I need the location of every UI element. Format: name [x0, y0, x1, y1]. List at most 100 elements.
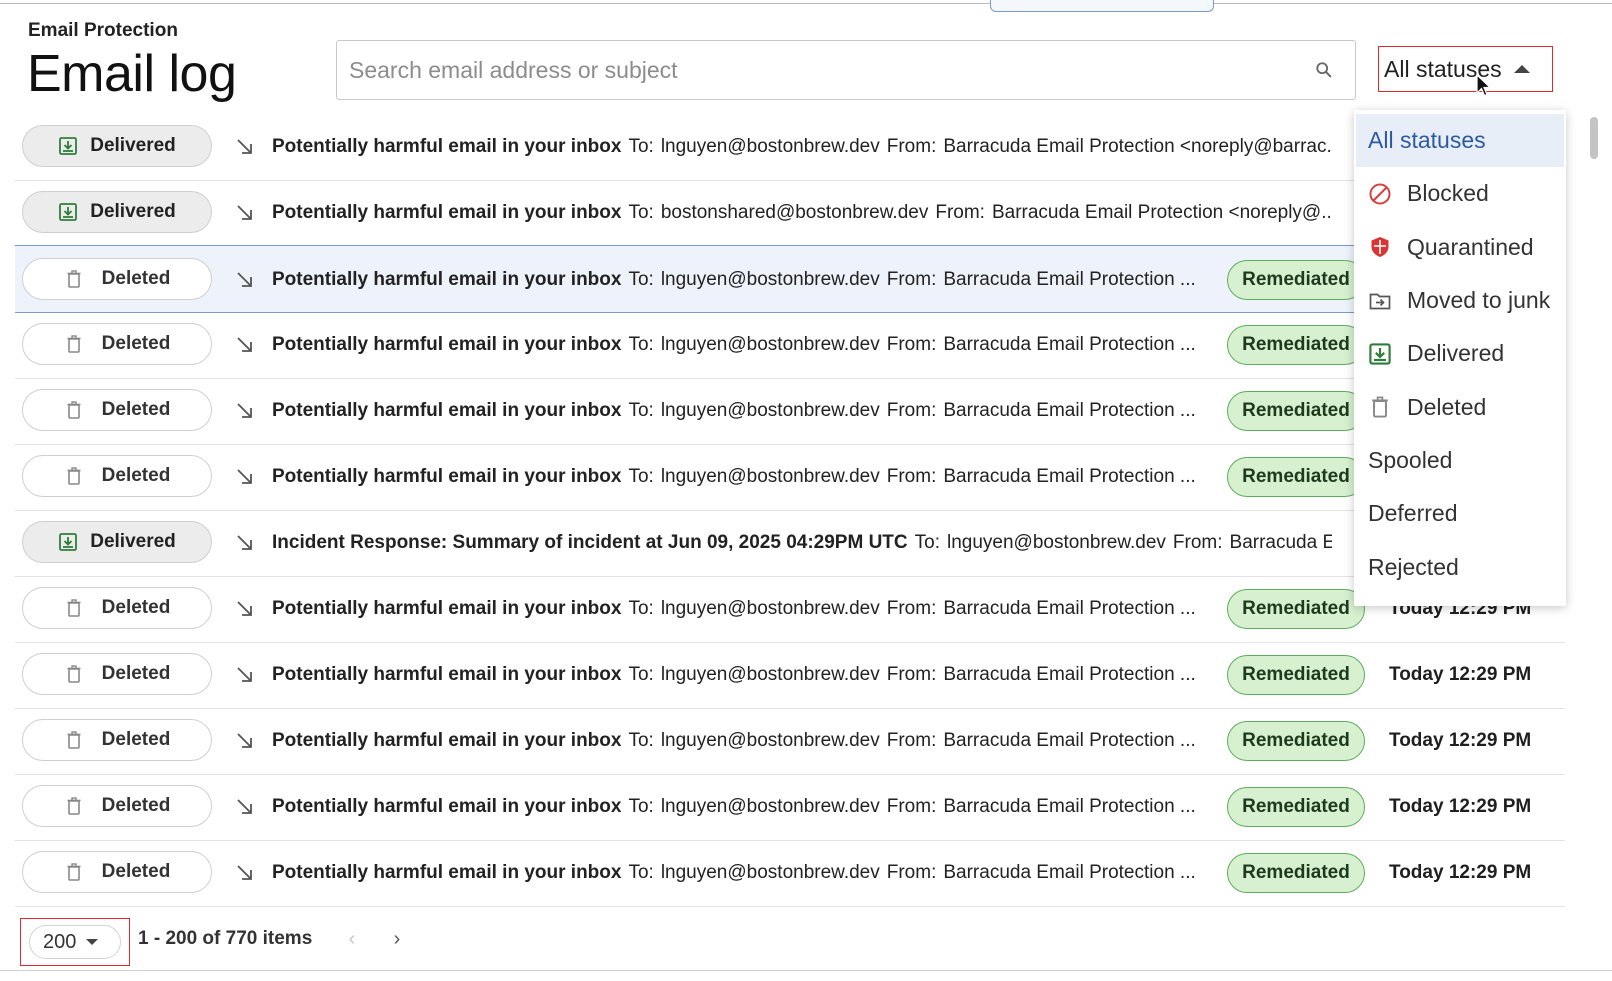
top-tab-handle[interactable]	[990, 0, 1214, 12]
remediated-badge: Remediated	[1227, 260, 1365, 300]
email-subject: Potentially harmful email in your inbox	[272, 862, 622, 883]
status-pill-label: Delivered	[90, 201, 176, 222]
email-log-row[interactable]: Deleted Potentially harmful email in your…	[15, 839, 1565, 907]
email-subject: Potentially harmful email in your inbox	[272, 730, 622, 751]
recipient-address: lnguyen@bostonbrew.dev	[660, 598, 880, 619]
email-log-row[interactable]: Delivered Incident Response: Summary of i…	[15, 509, 1565, 577]
status-pill-label: Deleted	[101, 465, 171, 486]
status-pill: Deleted	[22, 455, 212, 497]
remediated-badge: Remediated	[1227, 457, 1365, 497]
email-log-row[interactable]: Deleted Potentially harmful email in your…	[15, 641, 1565, 709]
to-label: To:	[628, 862, 654, 883]
from-label: From:	[886, 730, 937, 751]
email-subject: Potentially harmful email in your inbox	[272, 269, 622, 290]
timestamp: Today 12:29 PM	[1389, 862, 1532, 883]
sender-address: Barracuda Email Protection <noreply@...	[991, 202, 1332, 223]
status-option-quarantined[interactable]: Quarantined	[1354, 221, 1566, 274]
status-option-label: All statuses	[1368, 127, 1486, 154]
status-pill-label: Deleted	[101, 399, 171, 420]
status-filter-select[interactable]: All statuses	[1378, 46, 1553, 92]
to-label: To:	[628, 730, 654, 751]
from-label: From:	[886, 400, 937, 421]
inbound-arrow-icon	[237, 403, 252, 418]
remediated-badge: Remediated	[1227, 655, 1365, 695]
to-label: To:	[628, 796, 654, 817]
top-divider	[0, 3, 1612, 4]
trash-icon	[64, 400, 84, 420]
status-option-rejected[interactable]: Rejected	[1354, 540, 1566, 593]
status-pill-label: Deleted	[101, 333, 171, 354]
list-scrollbar[interactable]	[1590, 113, 1598, 913]
status-pill: Delivered	[22, 191, 212, 233]
email-summary: Potentially harmful email in your inbox T…	[272, 598, 1202, 620]
email-log-row[interactable]: Deleted Potentially harmful email in your…	[15, 245, 1565, 313]
blocked-icon	[1368, 182, 1392, 206]
trash-icon	[1368, 395, 1392, 419]
status-option-label: Blocked	[1407, 180, 1489, 207]
sender-address: Barracuda Email Protection ...	[943, 269, 1196, 290]
email-log-row[interactable]: Delivered Potentially harmful email in yo…	[15, 113, 1565, 181]
status-option-blocked[interactable]: Blocked	[1354, 167, 1566, 220]
email-summary: Potentially harmful email in your inbox T…	[272, 664, 1202, 686]
email-subject: Potentially harmful email in your inbox	[272, 136, 622, 157]
email-log-row[interactable]: Delivered Potentially harmful email in yo…	[15, 179, 1565, 247]
recipient-address: lnguyen@bostonbrew.dev	[660, 136, 880, 157]
email-subject: Potentially harmful email in your inbox	[272, 466, 622, 487]
pagination-bar: 200 1 - 200 of 770 items ‹ ›	[0, 913, 1612, 981]
remediated-badge: Remediated	[1227, 589, 1365, 629]
remediated-badge: Remediated	[1227, 325, 1365, 365]
status-option-deferred[interactable]: Deferred	[1354, 487, 1566, 540]
status-option-moved-to-junk[interactable]: Moved to junk	[1354, 274, 1566, 327]
from-label: From:	[935, 202, 985, 223]
email-log-row[interactable]: Deleted Potentially harmful email in your…	[15, 575, 1565, 643]
status-option-deleted[interactable]: Deleted	[1354, 380, 1566, 433]
next-page-button[interactable]: ›	[385, 926, 409, 952]
status-option-delivered[interactable]: Delivered	[1354, 327, 1566, 380]
search-input[interactable]	[349, 41, 1309, 99]
delivered-icon	[58, 202, 78, 222]
email-log-row[interactable]: Deleted Potentially harmful email in your…	[15, 311, 1565, 379]
recipient-address: lnguyen@bostonbrew.dev	[660, 334, 880, 355]
email-log-row[interactable]: Deleted Potentially harmful email in your…	[15, 707, 1565, 775]
timestamp: Today 12:29 PM	[1389, 664, 1532, 685]
status-option-all-statuses[interactable]: All statuses	[1356, 114, 1564, 168]
inbound-arrow-icon	[237, 272, 252, 287]
to-label: To:	[628, 466, 654, 487]
email-subject: Potentially harmful email in your inbox	[272, 664, 622, 685]
pagination-range: 1 - 200 of 770 items	[138, 928, 313, 949]
prev-page-button[interactable]: ‹	[340, 926, 364, 952]
email-summary: Potentially harmful email in your inbox T…	[272, 334, 1202, 356]
to-label: To:	[628, 664, 654, 685]
sender-address: Barracuda Email Protection ...	[943, 334, 1196, 355]
email-log-row[interactable]: Deleted Potentially harmful email in your…	[15, 443, 1565, 511]
recipient-address: lnguyen@bostonbrew.dev	[660, 400, 880, 421]
shield-icon	[1368, 235, 1392, 259]
email-log-row[interactable]: Deleted Potentially harmful email in your…	[15, 377, 1565, 445]
sender-address: Barracuda Email Protection ...	[943, 796, 1196, 817]
search-icon[interactable]	[1315, 61, 1333, 79]
sender-address: Barracuda Email Protection ...	[943, 730, 1196, 751]
email-summary: Potentially harmful email in your inbox T…	[272, 400, 1202, 422]
email-summary: Potentially harmful email in your inbox T…	[272, 862, 1202, 884]
status-pill: Deleted	[22, 851, 212, 893]
status-option-label: Deleted	[1407, 393, 1487, 420]
status-filter-menu: All statuses Blocked Quarantined Moved to j…	[1354, 110, 1566, 606]
status-pill-label: Delivered	[90, 135, 176, 156]
email-log-row[interactable]: Deleted Potentially harmful email in your…	[15, 773, 1565, 841]
remediated-badge: Remediated	[1227, 391, 1365, 431]
caret-up-icon	[1513, 65, 1530, 73]
inbound-arrow-icon	[237, 667, 252, 682]
scrollbar-thumb[interactable]	[1590, 117, 1598, 159]
status-option-label: Spooled	[1368, 446, 1453, 473]
delivered-icon	[1368, 342, 1392, 366]
status-option-spooled[interactable]: Spooled	[1354, 434, 1566, 487]
inbound-arrow-icon	[237, 139, 252, 154]
inbound-arrow-icon	[237, 865, 252, 880]
remediated-badge: Remediated	[1227, 787, 1365, 827]
from-label: From:	[886, 269, 937, 290]
page-size-select[interactable]: 200	[29, 925, 121, 959]
inbound-arrow-icon	[237, 337, 252, 352]
recipient-address: lnguyen@bostonbrew.dev	[660, 730, 880, 751]
status-option-label: Quarantined	[1407, 233, 1534, 260]
email-summary: Potentially harmful email in your inbox T…	[272, 136, 1332, 158]
